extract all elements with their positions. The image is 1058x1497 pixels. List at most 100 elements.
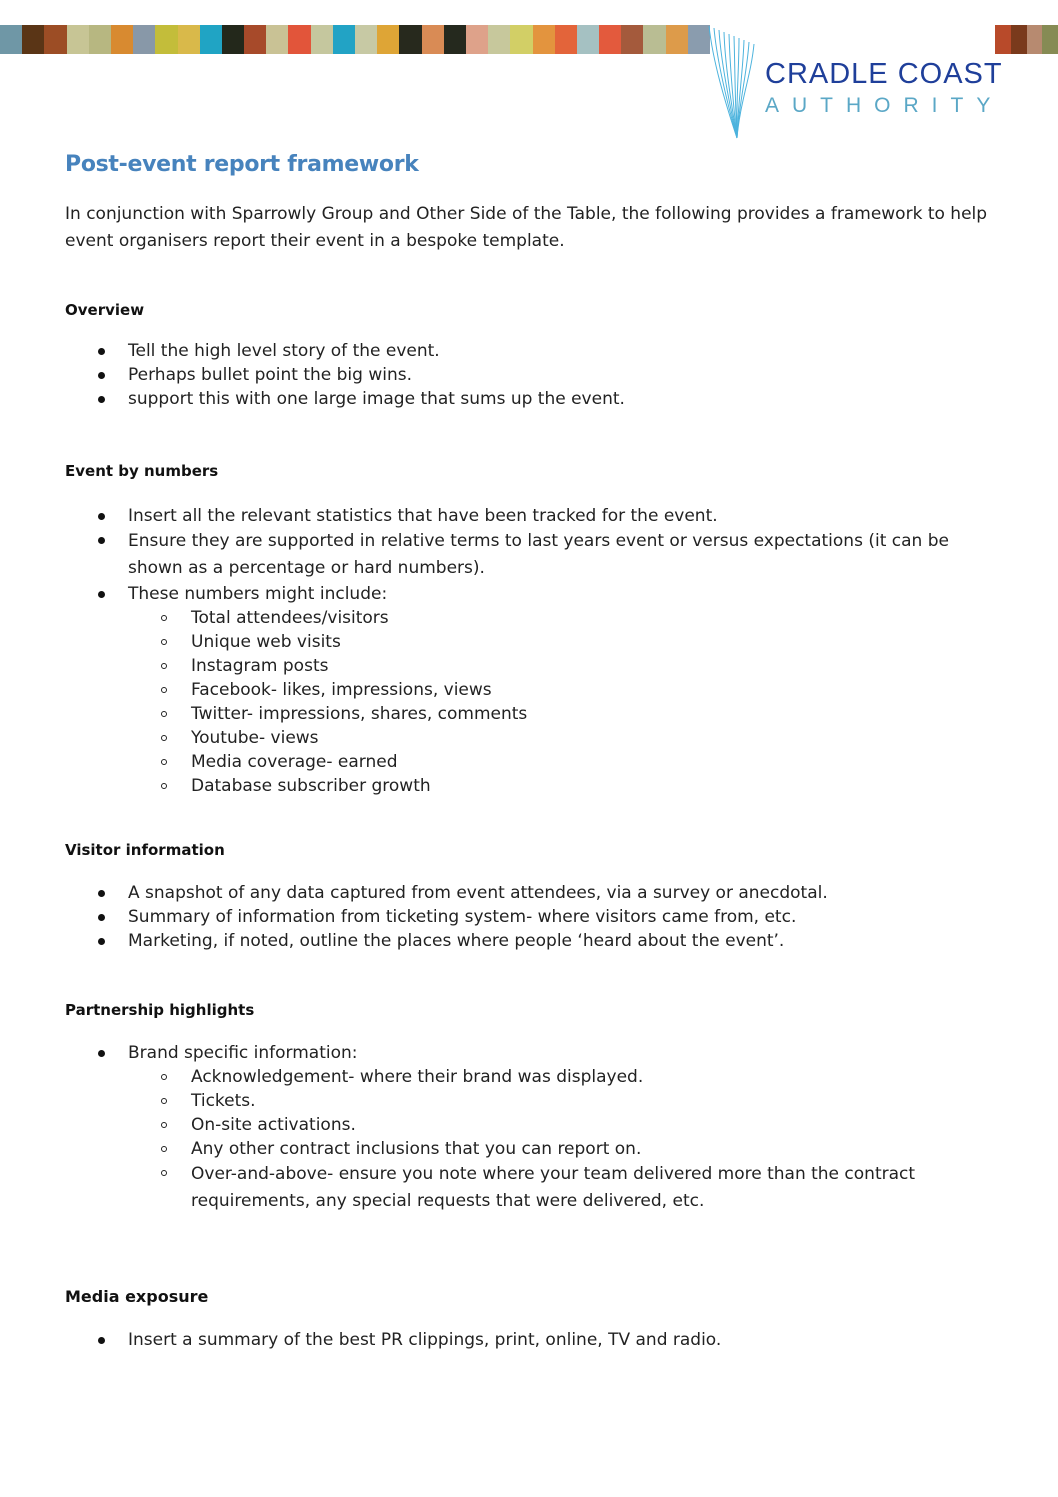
color-swatch: [421, 25, 444, 54]
circle-bullet-icon: [161, 687, 167, 693]
section-partnership-highlights: Partnership highlights Brand specific in…: [65, 1001, 1025, 1215]
circle-bullet-icon: [161, 1074, 167, 1080]
bullet-icon: [98, 396, 105, 403]
intro-paragraph: In conjunction with Sparrowly Group and …: [65, 204, 988, 251]
cradle-coast-logo: CRADLE COAST AUTHORITY: [705, 22, 1005, 142]
color-swatch: [465, 25, 489, 54]
sub-list-item: Any other contract inclusions that you c…: [128, 1137, 1025, 1161]
sub-list-item: Acknowledgement- where their brand was d…: [128, 1065, 1025, 1089]
list-item: Brand specific information: Acknowledgem…: [65, 1041, 1025, 1215]
bullet-list: Brand specific information: Acknowledgem…: [65, 1041, 1025, 1215]
sub-list-item-text: Twitter- impressions, shares, comments: [191, 704, 528, 724]
color-swatch: [22, 25, 45, 54]
section-media-exposure: Media exposure Insert a summary of the b…: [65, 1287, 1025, 1352]
sub-list-item: Tickets.: [128, 1089, 1025, 1113]
circle-bullet-icon: [161, 663, 167, 669]
list-item: Marketing, if noted, outline the places …: [65, 929, 1025, 953]
color-swatch: [244, 25, 267, 54]
header-color-band: [0, 25, 710, 54]
sub-list-item-text: Acknowledgement- where their brand was d…: [191, 1067, 644, 1087]
bullet-icon: [98, 348, 105, 355]
circle-bullet-icon: [161, 1098, 167, 1104]
sub-list-item: Database subscriber growth: [128, 774, 1025, 798]
color-swatch: [310, 25, 333, 54]
color-swatch: [355, 25, 378, 54]
sub-list-item: Over-and-above- ensure you note where yo…: [128, 1161, 931, 1215]
sub-list-item: Twitter- impressions, shares, comments: [128, 702, 1025, 726]
section-heading: Media exposure: [65, 1287, 209, 1306]
sub-list-item-text: Database subscriber growth: [191, 776, 431, 796]
circle-bullet-icon: [161, 783, 167, 789]
list-item: Summary of information from ticketing sy…: [65, 905, 1025, 929]
fan-lines-icon: [708, 25, 755, 139]
bullet-icon: [98, 914, 105, 921]
color-swatch: [266, 25, 289, 54]
color-swatch: [532, 25, 555, 54]
color-swatch: [399, 25, 422, 54]
color-swatch: [110, 25, 134, 54]
color-swatch: [177, 25, 200, 54]
circle-bullet-icon: [161, 711, 167, 717]
bullet-icon: [98, 1337, 105, 1344]
sub-list-item: Media coverage- earned: [128, 750, 1025, 774]
sub-list-item-text: Unique web visits: [191, 632, 341, 652]
circle-bullet-icon: [161, 639, 167, 645]
sub-list-item-text: Any other contract inclusions that you c…: [191, 1139, 642, 1159]
color-swatch: [288, 25, 311, 54]
logo-subtitle: AUTHORITY: [765, 94, 1004, 117]
circle-bullet-icon: [161, 1146, 167, 1152]
color-swatch: [576, 25, 600, 54]
sub-list-item: Instagram posts: [128, 654, 1025, 678]
color-swatch: [66, 25, 89, 54]
bullet-icon: [98, 372, 105, 379]
sub-list-item-text: Over-and-above- ensure you note where yo…: [191, 1164, 916, 1211]
bullet-list: A snapshot of any data captured from eve…: [65, 881, 1025, 953]
color-swatch: [643, 25, 666, 54]
page-title: Post-event report framework: [65, 152, 419, 177]
sub-list-item-text: Youtube- views: [191, 728, 319, 748]
color-swatch: [488, 25, 511, 54]
sub-list-item: Facebook- likes, impressions, views: [128, 678, 1025, 702]
sub-bullet-list: Total attendees/visitors Unique web visi…: [128, 606, 1025, 798]
list-item: support this with one large image that s…: [65, 387, 1025, 411]
bullet-icon: [98, 537, 105, 544]
color-swatch: [155, 25, 178, 54]
bullet-icon: [98, 938, 105, 945]
circle-bullet-icon: [161, 615, 167, 621]
list-item-text: Marketing, if noted, outline the places …: [128, 931, 785, 951]
section-heading: Event by numbers: [65, 462, 219, 480]
circle-bullet-icon: [161, 735, 167, 741]
list-item-text: support this with one large image that s…: [128, 389, 625, 409]
circle-bullet-icon: [161, 1170, 167, 1176]
sub-list-item-text: Tickets.: [191, 1091, 256, 1111]
color-swatch: [621, 25, 644, 54]
sub-list-item-text: Total attendees/visitors: [191, 608, 389, 628]
section-heading: Overview: [65, 301, 145, 319]
bullet-list: Insert all the relevant statistics that …: [65, 504, 1025, 798]
section-visitor-information: Visitor information A snapshot of any da…: [65, 841, 1025, 953]
sub-list-item: Unique web visits: [128, 630, 1025, 654]
sub-list-item: Youtube- views: [128, 726, 1025, 750]
list-item-text: Insert all the relevant statistics that …: [128, 506, 718, 526]
bullet-list: Tell the high level story of the event. …: [65, 339, 1025, 411]
list-item-text: Insert a summary of the best PR clipping…: [128, 1330, 722, 1350]
bullet-icon: [98, 890, 105, 897]
list-item-text: Perhaps bullet point the big wins.: [128, 365, 413, 385]
sub-bullet-list: Acknowledgement- where their brand was d…: [128, 1065, 1025, 1215]
bullet-icon: [98, 591, 105, 598]
color-swatch: [133, 25, 156, 54]
circle-bullet-icon: [161, 1122, 167, 1128]
list-item: These numbers might include: Total atten…: [65, 582, 1025, 798]
color-swatch: [599, 25, 622, 54]
sub-list-item-text: Instagram posts: [191, 656, 329, 676]
list-item-text: Brand specific information:: [128, 1043, 358, 1063]
circle-bullet-icon: [161, 759, 167, 765]
section-heading: Visitor information: [65, 841, 225, 859]
color-swatch: [377, 25, 400, 54]
list-item-text: Ensure they are supported in relative te…: [128, 531, 949, 578]
color-swatch: [554, 25, 577, 54]
list-item: Insert a summary of the best PR clipping…: [65, 1328, 1025, 1352]
color-swatch: [332, 25, 355, 54]
color-swatch: [510, 25, 533, 54]
list-item-text: Tell the high level story of the event.: [128, 341, 440, 361]
